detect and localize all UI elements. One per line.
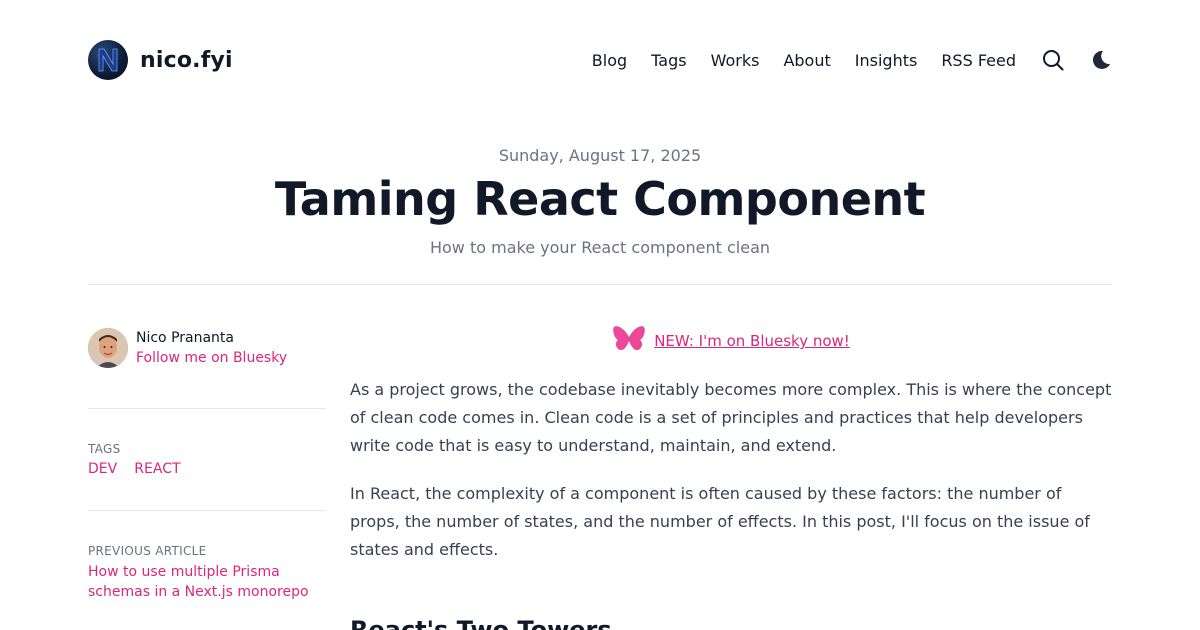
main-nav: Blog Tags Works About Insights RSS Feed [592, 49, 1112, 71]
bluesky-banner: NEW: I'm on Bluesky now! [350, 324, 1112, 358]
butterfly-icon [612, 324, 646, 358]
previous-article-title-line: schemas in a Next.js monorepo [88, 584, 309, 600]
tags-section: TAGS DEV REACT [88, 442, 326, 477]
page: nico.fyi Blog Tags Works About Insights … [0, 0, 1200, 630]
previous-article-title-line: How to use multiple Prisma [88, 564, 280, 580]
sidebar-divider [88, 408, 326, 409]
post-sidebar: Nico Prananta Follow me on Bluesky TAGS … [88, 328, 326, 602]
post-subtitle: How to make your React component clean [429, 238, 771, 257]
tag-react[interactable]: REACT [134, 461, 180, 477]
article-paragraph: As a project grows, the codebase inevita… [350, 380, 1112, 455]
site-logo-icon [88, 40, 128, 80]
tag-dev[interactable]: DEV [88, 461, 117, 477]
moon-icon[interactable] [1090, 49, 1112, 71]
article-paragraph: In React, the complexity of a component … [350, 484, 1090, 559]
article-body: NEW: I'm on Bluesky now! As a project gr… [350, 324, 1112, 630]
header-divider [88, 284, 1112, 285]
tags-label: TAGS [88, 442, 121, 456]
post-title: Taming React Component [274, 172, 926, 226]
author-card: Nico Prananta Follow me on Bluesky [88, 328, 326, 368]
search-icon[interactable] [1042, 49, 1064, 71]
nav-blog[interactable]: Blog [592, 51, 627, 70]
nav-about[interactable]: About [783, 51, 830, 70]
section-heading: React's Two Towers [350, 616, 612, 630]
previous-article-link[interactable]: How to use multiple Prisma schemas in a … [88, 562, 326, 602]
author-avatar [88, 328, 128, 368]
site-header: nico.fyi Blog Tags Works About Insights … [88, 40, 1112, 80]
previous-article-label: PREVIOUS ARTICLE [88, 544, 207, 558]
brand-name: nico.fyi [140, 47, 233, 73]
nav-insights[interactable]: Insights [855, 51, 918, 70]
follow-bluesky-link[interactable]: Follow me on Bluesky [136, 350, 287, 366]
nav-tags[interactable]: Tags [651, 51, 686, 70]
author-name: Nico Prananta [136, 330, 234, 346]
nav-rss-feed[interactable]: RSS Feed [941, 51, 1016, 70]
nav-works[interactable]: Works [711, 51, 760, 70]
brand-home-link[interactable]: nico.fyi [88, 40, 233, 80]
bluesky-link[interactable]: NEW: I'm on Bluesky now! [654, 332, 850, 350]
previous-article-section: PREVIOUS ARTICLE How to use multiple Pri… [88, 544, 326, 602]
sidebar-divider [88, 510, 326, 511]
post-date: Sunday, August 17, 2025 [498, 146, 702, 165]
